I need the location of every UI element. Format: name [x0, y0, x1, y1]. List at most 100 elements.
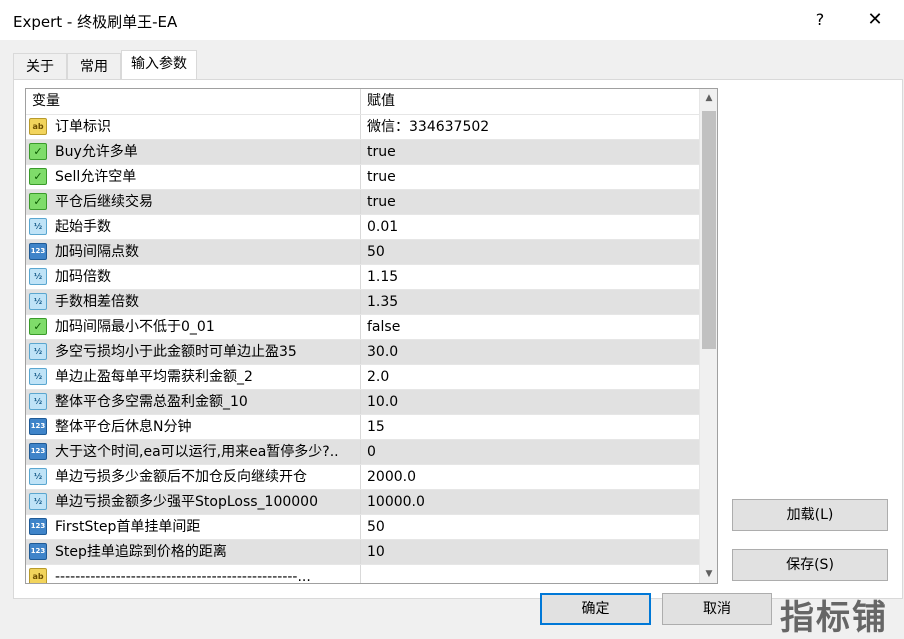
table-row[interactable]: ½ 多空亏损均小于此金额时可单边止盈35 30.0 — [26, 339, 699, 364]
value-cell[interactable]: 50 — [367, 515, 385, 539]
value-cell[interactable]: 15 — [367, 415, 385, 439]
table-row[interactable]: 123 整体平仓后休息N分钟 15 — [26, 414, 699, 439]
table-row[interactable]: 123 FirstStep首单挂单间距 50 — [26, 514, 699, 539]
variable-cell: ✓ 平仓后继续交易 — [26, 190, 361, 214]
table-row[interactable]: ½ 单边亏损多少金额后不加仓反向继续开仓 2000.0 — [26, 464, 699, 489]
value-cell[interactable]: 2.0 — [367, 365, 389, 389]
variable-cell: 123 加码间隔点数 — [26, 240, 361, 264]
table-row[interactable]: 123 加码间隔点数 50 — [26, 239, 699, 264]
save-button[interactable]: 保存(S) — [732, 549, 888, 581]
value-cell[interactable]: 30.0 — [367, 340, 398, 364]
variable-name: 单边亏损金额多少强平StopLoss_100000 — [55, 494, 318, 510]
variable-name: 加码间隔点数 — [55, 244, 139, 260]
int-type-icon: 123 — [29, 443, 47, 460]
int-type-icon: 123 — [29, 243, 47, 260]
title-bar: Expert - 终极刷单王-EA ? ✕ — [0, 0, 904, 40]
scroll-up-icon[interactable]: ▲ — [700, 89, 717, 107]
value-cell[interactable]: 微信：334637502 — [367, 115, 489, 139]
table-row[interactable]: ✓ 平仓后继续交易 true — [26, 189, 699, 214]
variable-cell: ½ 加码倍数 — [26, 265, 361, 289]
variable-cell: ab --------------------------------------… — [26, 565, 361, 584]
column-header-variable[interactable]: 变量 — [26, 89, 361, 114]
variable-cell: ½ 单边亏损金额多少强平StopLoss_100000 — [26, 490, 361, 514]
double-type-icon: ½ — [29, 393, 47, 410]
double-type-icon: ½ — [29, 218, 47, 235]
variable-cell: 123 大于这个时间,ea可以运行,用来ea暂停多少?.. — [26, 440, 361, 464]
variable-name: 平仓后继续交易 — [55, 194, 153, 210]
table-row[interactable]: 123 大于这个时间,ea可以运行,用来ea暂停多少?.. 0 — [26, 439, 699, 464]
parameters-grid: 变量 赋值 ab 订单标识 微信：334637502 ✓ Buy允许多单 true ✓ Sel… — [25, 88, 718, 584]
value-cell[interactable]: 10.0 — [367, 390, 398, 414]
value-cell[interactable]: 1.35 — [367, 290, 398, 314]
ok-button[interactable]: 确定 — [540, 593, 651, 625]
table-row[interactable]: ½ 单边亏损金额多少强平StopLoss_100000 10000.0 — [26, 489, 699, 514]
variable-cell: 123 Step挂单追踪到价格的距离 — [26, 540, 361, 564]
table-row[interactable]: ✓ 加码间隔最小不低于0_01 false — [26, 314, 699, 339]
variable-cell: 123 FirstStep首单挂单间距 — [26, 515, 361, 539]
watermark-logo: 指标铺 — [780, 598, 888, 638]
table-row[interactable]: ab 订单标识 微信：334637502 — [26, 114, 699, 139]
int-type-icon: 123 — [29, 418, 47, 435]
help-button[interactable]: ? — [808, 8, 832, 32]
variable-cell: ½ 整体平仓多空需总盈利金额_10 — [26, 390, 361, 414]
load-button[interactable]: 加载(L) — [732, 499, 888, 531]
table-row[interactable]: ½ 整体平仓多空需总盈利金额_10 10.0 — [26, 389, 699, 414]
double-type-icon: ½ — [29, 343, 47, 360]
value-cell[interactable]: 1.15 — [367, 265, 398, 289]
value-cell[interactable]: true — [367, 140, 396, 164]
value-cell[interactable]: 50 — [367, 240, 385, 264]
cancel-button[interactable]: 取消 — [662, 593, 772, 625]
value-cell[interactable]: true — [367, 190, 396, 214]
variable-cell: ✓ Sell允许空单 — [26, 165, 361, 189]
variable-name: 单边止盈每单平均需获利金额_2 — [55, 369, 253, 385]
table-row[interactable]: ab --------------------------------------… — [26, 564, 699, 584]
scroll-down-icon[interactable]: ▼ — [700, 565, 717, 583]
scroll-thumb[interactable] — [702, 111, 716, 349]
variable-name: 起始手数 — [55, 219, 111, 235]
double-type-icon: ½ — [29, 493, 47, 510]
variable-name: 手数相差倍数 — [55, 294, 139, 310]
table-row[interactable]: ½ 手数相差倍数 1.35 — [26, 289, 699, 314]
variable-name: 加码间隔最小不低于0_01 — [55, 319, 215, 335]
value-cell[interactable]: 10000.0 — [367, 490, 425, 514]
bool-type-icon: ✓ — [29, 168, 47, 185]
bool-type-icon: ✓ — [29, 318, 47, 335]
variable-cell: ½ 单边止盈每单平均需获利金额_2 — [26, 365, 361, 389]
bool-type-icon: ✓ — [29, 143, 47, 160]
string-type-icon: ab — [29, 118, 47, 135]
double-type-icon: ½ — [29, 268, 47, 285]
table-row[interactable]: ✓ Buy允许多单 true — [26, 139, 699, 164]
double-type-icon: ½ — [29, 468, 47, 485]
variable-name: FirstStep首单挂单间距 — [55, 519, 201, 535]
value-cell[interactable]: true — [367, 165, 396, 189]
variable-name: 整体平仓多空需总盈利金额_10 — [55, 394, 248, 410]
variable-name: 订单标识 — [55, 119, 111, 135]
value-cell[interactable]: false — [367, 315, 400, 339]
double-type-icon: ½ — [29, 293, 47, 310]
variable-name: 多空亏损均小于此金额时可单边止盈35 — [55, 344, 297, 360]
variable-cell: ½ 多空亏损均小于此金额时可单边止盈35 — [26, 340, 361, 364]
variable-cell: ✓ Buy允许多单 — [26, 140, 361, 164]
close-button[interactable]: ✕ — [860, 8, 890, 32]
tab-common[interactable]: 常用 — [67, 53, 121, 79]
table-row[interactable]: ✓ Sell允许空单 true — [26, 164, 699, 189]
variable-name: 单边亏损多少金额后不加仓反向继续开仓 — [55, 469, 307, 485]
tab-inputs[interactable]: 输入参数 — [121, 50, 197, 81]
column-header-value[interactable]: 赋值 — [361, 89, 699, 114]
value-cell[interactable]: 10 — [367, 540, 385, 564]
vertical-scrollbar[interactable]: ▲ ▼ — [699, 89, 717, 583]
table-row[interactable]: ½ 加码倍数 1.15 — [26, 264, 699, 289]
table-row[interactable]: ½ 起始手数 0.01 — [26, 214, 699, 239]
variable-name: 整体平仓后休息N分钟 — [55, 419, 192, 435]
value-cell[interactable]: 0.01 — [367, 215, 398, 239]
value-cell[interactable]: 0 — [367, 440, 376, 464]
variable-cell: ½ 单边亏损多少金额后不加仓反向继续开仓 — [26, 465, 361, 489]
window-title: Expert - 终极刷单王-EA — [13, 13, 178, 31]
tab-about[interactable]: 关于 — [13, 53, 67, 79]
value-cell[interactable]: 2000.0 — [367, 465, 416, 489]
table-row[interactable]: ½ 单边止盈每单平均需获利金额_2 2.0 — [26, 364, 699, 389]
variable-cell: 123 整体平仓后休息N分钟 — [26, 415, 361, 439]
variable-name: 大于这个时间,ea可以运行,用来ea暂停多少?.. — [55, 444, 339, 460]
table-row[interactable]: 123 Step挂单追踪到价格的距离 10 — [26, 539, 699, 564]
variable-name: ----------------------------------------… — [55, 569, 311, 584]
